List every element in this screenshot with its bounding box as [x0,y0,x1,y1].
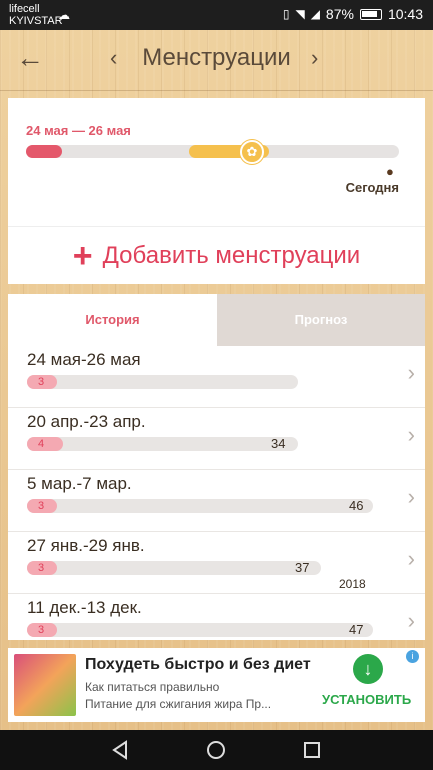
chevron-right-icon: › [407,484,415,509]
next-chevron-icon[interactable]: › [311,47,318,69]
tab-bar: История Прогноз [8,294,425,346]
period-length-bar: 3 [27,561,57,575]
ad-banner[interactable]: Похудеть быстро и без диет Как питаться … [8,648,425,722]
info-icon[interactable]: i [406,650,419,663]
tab-forecast[interactable]: Прогноз [217,294,425,346]
cycle-length: 34 [271,436,286,451]
carrier-info: lifecell KYIVSTAR [9,3,63,27]
history-row[interactable]: 5 мар.-7 мар. 3 46 › [8,470,425,532]
chevron-right-icon: › [407,422,415,447]
ad-title: Похудеть быстро и без диет [85,656,311,673]
nav-back-icon[interactable] [110,740,130,760]
history-row[interactable]: 27 янв.-29 янв. 3 37 2018 › [8,532,425,594]
chevron-right-icon: › [407,608,415,633]
today-label: Сегодня [345,180,399,195]
app-header: ← ‹ Менструации › [0,30,433,90]
cycle-length-bar [27,561,321,575]
cloud-icon: ☁ [58,8,70,22]
history-date: 24 мая-26 мая [27,350,141,369]
history-card: История Прогноз 24 мая-26 мая 3 › 20 апр… [8,294,425,640]
carrier-1: lifecell [9,3,40,15]
history-date: 27 янв.-29 янв. [27,536,145,555]
history-date: 11 дек.-13 дек. [27,598,142,617]
menstruation-bar [26,145,62,158]
ovulation-icon: ✿ [240,140,264,164]
battery-percent: 87% [325,6,354,22]
signal-icon: ◢ [310,7,320,21]
ad-subtitle-2: Питание для сжигания жира Пр... [85,697,272,711]
history-row[interactable]: 20 апр.-23 апр. 4 34 › [8,408,425,470]
chevron-right-icon: › [407,360,415,385]
period-length-bar: 4 [27,437,63,451]
chevron-right-icon: › [407,546,415,571]
cycle-length-bar [27,499,373,513]
vibrate-icon: ▯ [282,7,290,21]
download-icon[interactable]: ↓ [353,654,383,684]
clock: 10:43 [387,6,423,22]
history-date: 5 мар.-7 мар. [27,474,132,493]
carrier-2: KYIVSTAR [9,15,63,27]
wifi-icon: ◥ [295,7,305,21]
drop-icon: ● [386,164,394,179]
cycle-length-bar [27,623,373,637]
status-bar: lifecell KYIVSTAR ☁ ▯ ◥ ◢ 87% 10:43 [0,0,433,30]
nav-recent-icon[interactable] [302,740,322,760]
add-menstruation-label: Добавить менструации [102,241,361,269]
period-range: 24 мая — 26 мая [26,123,131,138]
period-length-bar: 3 [27,499,57,513]
add-menstruation-button[interactable]: + Добавить менструации [8,227,425,284]
current-period-card: 24 мая — 26 мая ✿ ● Сегодня + Добавить м… [8,98,425,284]
battery-icon [359,8,382,20]
cycle-length-bar [27,375,298,389]
cycle-length: 47 [349,622,364,637]
history-row[interactable]: 24 мая-26 мая 3 › [8,346,425,408]
period-length-bar: 3 [27,623,57,637]
navigation-bar [0,730,433,770]
cycle-length: 37 [295,560,310,575]
install-button[interactable]: УСТАНОВИТЬ [322,692,411,707]
cycle-length: 46 [349,498,364,513]
nav-home-icon[interactable] [206,740,226,760]
history-row[interactable]: 11 дек.-13 дек. 3 47 › [8,594,425,640]
year-label: 2018 [339,577,366,591]
cycle-length-bar [27,437,298,451]
page-title: Менструации [142,44,291,71]
header-divider [0,90,433,91]
tab-history[interactable]: История [8,294,217,346]
period-length-bar: 3 [27,375,57,389]
history-date: 20 апр.-23 апр. [27,412,146,431]
ad-image [14,654,76,716]
ad-subtitle-1: Как питаться правильно [85,680,220,694]
plus-icon: + [72,236,93,275]
